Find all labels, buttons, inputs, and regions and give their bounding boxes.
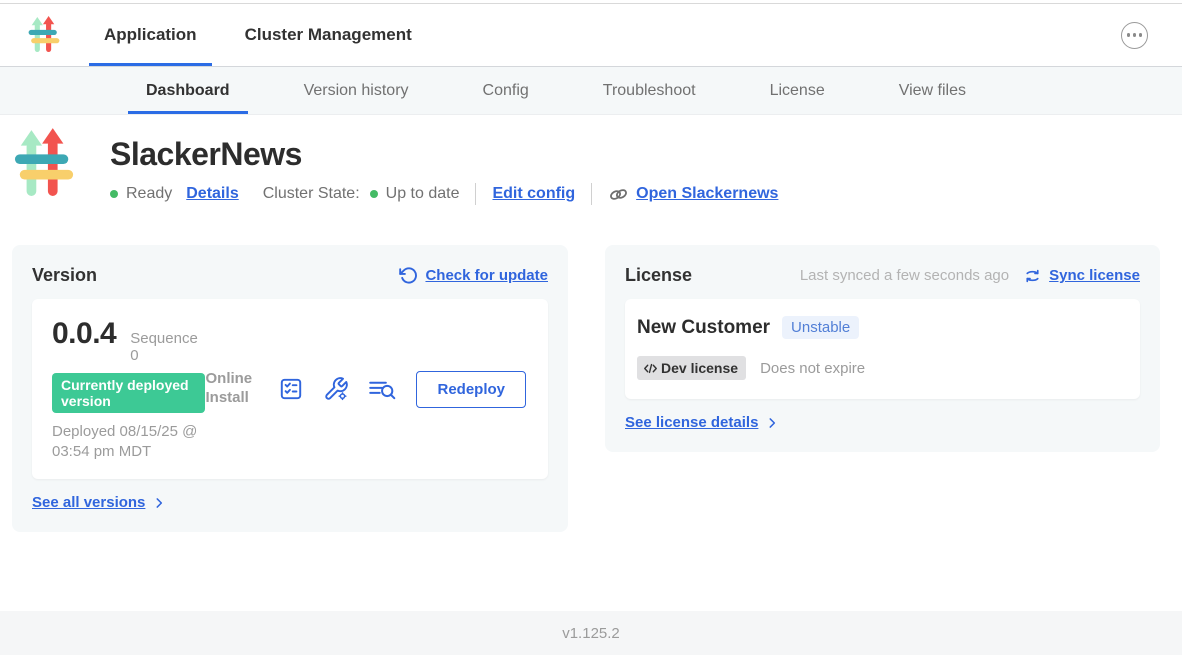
customer-name: New Customer (637, 317, 770, 339)
subnav-dashboard-label: Dashboard (146, 82, 230, 100)
current-version-panel: 0.0.4 Sequence 0 Currently deployed vers… (32, 299, 548, 479)
license-panel: New Customer Unstable Dev license (625, 299, 1140, 399)
version-number: 0.0.4 (52, 317, 116, 351)
version-actions: Online Install (205, 370, 528, 408)
view-logs-button[interactable] (368, 377, 397, 402)
license-type-label: Dev license (661, 360, 738, 376)
slackernews-logo-icon (28, 16, 61, 54)
cluster-state-text: Up to date (386, 185, 460, 203)
tab-application[interactable]: Application (89, 4, 212, 66)
top-nav: Application Cluster Management (0, 4, 1182, 66)
see-all-versions-label: See all versions (32, 494, 145, 511)
sync-arrows-icon (1023, 267, 1042, 285)
dashboard-main: SlackerNews Ready Details Cluster State:… (0, 115, 1182, 611)
cluster-state-label: Cluster State: (263, 185, 360, 203)
version-sequence: Sequence 0 (130, 330, 205, 364)
top-nav-tabs: Application Cluster Management (89, 4, 427, 66)
subnav-config-label: Config (483, 82, 529, 100)
subnav-tab-version-history[interactable]: Version history (286, 67, 427, 114)
license-type-badge: Dev license (637, 356, 746, 380)
divider (475, 183, 476, 205)
wrench-gear-icon (323, 376, 349, 402)
page-title: SlackerNews (110, 136, 778, 173)
subnav-tab-config[interactable]: Config (465, 67, 547, 114)
chain-link-icon (608, 187, 629, 202)
tab-cluster-management-label: Cluster Management (245, 25, 412, 45)
see-license-details-label: See license details (625, 414, 758, 431)
app-header: SlackerNews Ready Details Cluster State:… (14, 128, 1182, 205)
subnav-tab-license[interactable]: License (752, 67, 843, 114)
divider (591, 183, 592, 205)
cluster-status-dot (370, 190, 378, 198)
subnav-tab-view-files[interactable]: View files (881, 67, 984, 114)
app-logo-small[interactable] (28, 4, 61, 66)
preflight-checks-button[interactable] (278, 376, 304, 402)
license-expiration: Does not expire (760, 360, 865, 377)
version-card: Version Check for update 0.0.4 Sequence (12, 245, 568, 532)
install-type-label: Online Install (205, 370, 259, 408)
check-for-update-link[interactable]: Check for update (399, 266, 548, 285)
redeploy-button[interactable]: Redeploy (416, 371, 526, 408)
subnav-tab-troubleshoot[interactable]: Troubleshoot (585, 67, 714, 114)
code-icon (643, 362, 658, 375)
sync-license-link[interactable]: Sync license (1023, 267, 1140, 285)
app-status-text: Ready (126, 185, 172, 203)
preflight-checks-icon (278, 376, 304, 402)
slackernews-logo-large-icon (14, 128, 76, 200)
open-app-link[interactable]: Open Slackernews (608, 185, 778, 203)
tab-cluster-management[interactable]: Cluster Management (230, 4, 427, 66)
deployed-timestamp: Deployed 08/15/25 @ 03:54 pm MDT (52, 422, 205, 461)
deployed-badge: Currently deployed version (52, 373, 205, 413)
version-card-title: Version (32, 265, 97, 286)
last-synced-text: Last synced a few seconds ago (800, 267, 1009, 284)
logs-magnifier-icon (368, 377, 397, 402)
chevron-right-icon (152, 496, 166, 510)
app-sub-nav: Dashboard Version history Config Trouble… (0, 66, 1182, 115)
overflow-menu-button[interactable] (1121, 4, 1148, 66)
subnav-tab-dashboard[interactable]: Dashboard (128, 67, 248, 114)
app-logo (14, 128, 76, 205)
subnav-version-history-label: Version history (304, 82, 409, 100)
open-app-label: Open Slackernews (636, 185, 778, 203)
see-all-versions-link[interactable]: See all versions (32, 494, 166, 511)
license-card-footer: See license details (625, 414, 1140, 432)
footer: v1.125.2 (0, 611, 1182, 655)
edit-config-link[interactable]: Edit config (492, 185, 575, 203)
app-root: Application Cluster Management Dashboard… (0, 0, 1182, 655)
check-for-update-label: Check for update (425, 267, 548, 284)
refresh-icon (399, 266, 418, 285)
version-info: 0.0.4 Sequence 0 Currently deployed vers… (52, 317, 205, 461)
subnav-troubleshoot-label: Troubleshoot (603, 82, 696, 100)
subnav-view-files-label: View files (899, 82, 966, 100)
license-card-title: License (625, 265, 692, 286)
console-version: v1.125.2 (562, 625, 620, 642)
see-license-details-link[interactable]: See license details (625, 414, 779, 431)
app-status-dot (110, 190, 118, 198)
configure-button[interactable] (323, 376, 349, 402)
sync-license-label: Sync license (1049, 267, 1140, 284)
status-details-link[interactable]: Details (186, 185, 238, 203)
tab-application-label: Application (104, 25, 197, 45)
version-card-footer: See all versions (32, 494, 548, 512)
app-status-row: Ready Details Cluster State: Up to date … (110, 183, 778, 205)
subnav-license-label: License (770, 82, 825, 100)
dashboard-cards: Version Check for update 0.0.4 Sequence (0, 245, 1182, 532)
app-title-block: SlackerNews Ready Details Cluster State:… (110, 128, 778, 205)
chevron-right-icon (765, 416, 779, 430)
license-card-header: License Last synced a few seconds ago Sy… (625, 265, 1140, 286)
channel-badge: Unstable (782, 316, 859, 339)
license-card: License Last synced a few seconds ago Sy… (605, 245, 1160, 452)
version-card-header: Version Check for update (32, 265, 548, 286)
ellipsis-icon (1121, 22, 1148, 49)
